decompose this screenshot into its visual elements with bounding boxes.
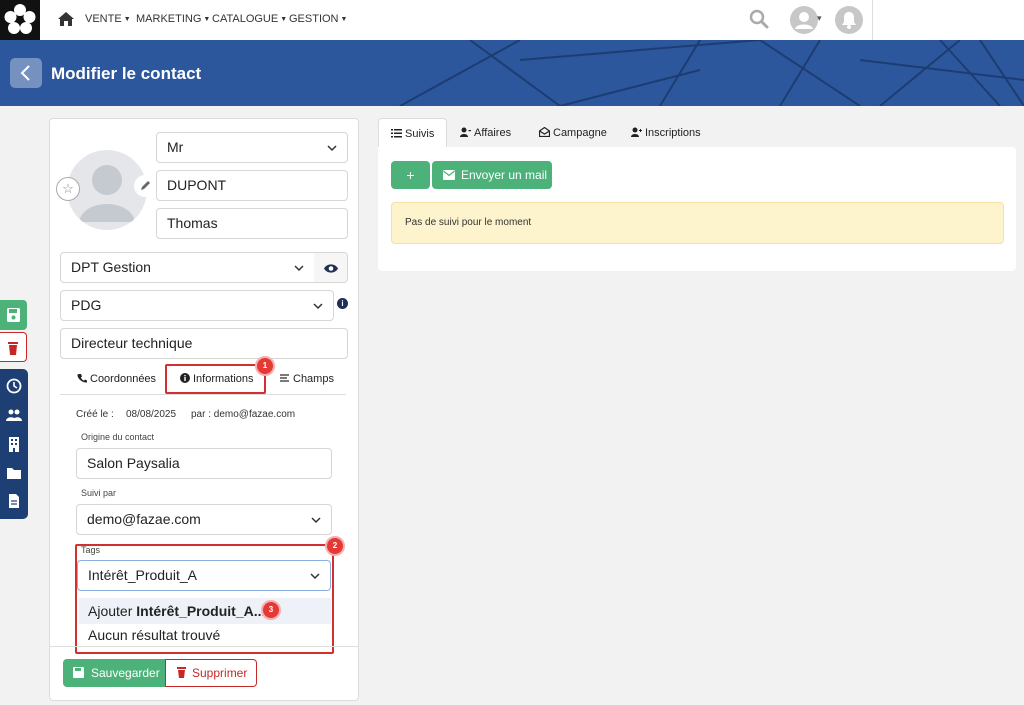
caret-down-icon: ▼ <box>123 15 131 23</box>
created-label: Créé le : <box>76 409 114 420</box>
job-title-input[interactable]: Directeur technique <box>60 328 348 359</box>
eye-icon <box>324 264 338 273</box>
delete-button[interactable]: Supprimer <box>165 659 257 687</box>
no-result-option: Aucun résultat trouvé <box>88 627 221 643</box>
followed-by-select[interactable]: demo@fazae.com <box>76 504 332 535</box>
civility-value: Mr <box>167 139 184 155</box>
actions-divider <box>50 646 358 647</box>
phone-icon <box>77 374 87 383</box>
home-icon[interactable] <box>57 11 75 27</box>
pencil-icon <box>141 181 150 190</box>
envelope-open-icon <box>539 127 550 137</box>
user-tie-icon <box>460 127 471 137</box>
quick-save-button[interactable] <box>0 300 27 330</box>
tab-campagne[interactable]: Campagne <box>527 118 619 148</box>
trash-icon <box>8 342 18 355</box>
origin-label: Origine du contact <box>81 432 155 442</box>
save-button[interactable]: Sauvegarder <box>63 659 165 687</box>
notifications-button[interactable] <box>835 6 863 34</box>
trash-icon <box>177 667 186 678</box>
tab-inscriptions[interactable]: Inscriptions <box>619 118 713 148</box>
nav-divider <box>872 0 873 40</box>
first-name-input[interactable]: Thomas <box>156 208 348 239</box>
flower-logo-icon <box>4 4 36 34</box>
folder-icon[interactable] <box>6 465 22 481</box>
nav-catalogue[interactable]: CATALOGUE ▼ <box>212 13 287 25</box>
list-icon <box>391 129 402 138</box>
top-navbar: VENTE ▼ MARKETING ▼ CATALOGUE ▼ GESTION ▼ ▾ <box>0 0 1024 40</box>
created-date: 08/08/2025 <box>126 409 177 420</box>
role-value: PDG <box>71 297 102 313</box>
tags-input-value: Intérêt_Produit_A <box>88 567 197 583</box>
nav-vente[interactable]: VENTE ▼ <box>85 13 131 25</box>
page-header: Modifier le contact <box>0 40 1024 106</box>
add-tag-option[interactable]: Ajouter Intérêt_Produit_A... <box>79 598 331 624</box>
followed-by-label: Suivi par <box>81 488 117 498</box>
quick-delete-button[interactable] <box>0 332 27 362</box>
nav-gestion[interactable]: GESTION ▼ <box>289 13 347 25</box>
star-icon: ☆ <box>62 181 74 196</box>
chevron-down-icon <box>294 265 304 272</box>
user-avatar-button[interactable] <box>790 6 818 34</box>
back-button[interactable] <box>10 58 42 88</box>
empty-suivi-alert: Pas de suivi pour le moment <box>391 202 1004 244</box>
civility-select[interactable]: Mr <box>156 132 348 163</box>
add-suivi-button[interactable]: + <box>391 161 430 189</box>
followed-by-value: demo@fazae.com <box>87 511 201 527</box>
subtab-champs[interactable]: Champs <box>280 373 334 385</box>
info-circle-icon <box>180 373 190 383</box>
subtab-informations[interactable]: Informations <box>180 373 254 385</box>
created-by: par : demo@fazae.com <box>191 409 296 420</box>
user-plus-icon <box>631 127 642 137</box>
step-badge-2: 2 <box>325 536 345 556</box>
bell-icon <box>842 12 856 29</box>
right-tabs: Suivis Affaires Campagne Inscriptions <box>378 118 1016 148</box>
chevron-down-icon <box>327 145 337 152</box>
building-icon[interactable] <box>6 436 22 452</box>
tab-suivis[interactable]: Suivis <box>378 118 448 148</box>
step-badge-3: 3 <box>261 600 281 620</box>
tags-dropdown: Ajouter Intérêt_Produit_A... Aucun résul… <box>79 596 331 648</box>
document-icon[interactable] <box>6 493 22 509</box>
view-company-button[interactable] <box>314 252 348 283</box>
subtab-coordonnees[interactable]: Coordonnées <box>77 373 156 385</box>
tab-affaires[interactable]: Affaires <box>448 118 523 148</box>
page-title: Modifier le contact <box>51 64 202 83</box>
clock-history-icon[interactable] <box>6 378 22 394</box>
floppy-disk-icon <box>7 308 20 322</box>
chevron-down-icon <box>313 303 323 310</box>
chevron-down-icon <box>311 517 321 524</box>
subtabs-divider <box>60 394 346 395</box>
floppy-disk-icon <box>73 667 84 678</box>
chevron-left-icon <box>20 65 30 81</box>
search-icon[interactable] <box>749 9 769 29</box>
lines-icon <box>280 374 289 382</box>
send-mail-button[interactable]: Envoyer un mail <box>432 161 552 189</box>
envelope-icon <box>443 170 455 180</box>
role-select[interactable]: PDG <box>60 290 334 321</box>
caret-down-icon: ▼ <box>280 15 288 23</box>
last-name-input[interactable]: DUPONT <box>156 170 348 201</box>
chevron-down-icon[interactable]: ▾ <box>817 13 822 24</box>
company-value: DPT Gestion <box>71 259 151 275</box>
nav-marketing[interactable]: MARKETING ▼ <box>136 13 210 25</box>
users-icon[interactable] <box>6 407 22 423</box>
company-select[interactable]: DPT Gestion <box>60 252 315 283</box>
app-logo[interactable] <box>0 0 40 40</box>
user-icon <box>795 12 813 29</box>
favorite-star-button[interactable]: ☆ <box>56 177 80 201</box>
side-shortcut-bar <box>0 369 28 519</box>
step-badge-1: 1 <box>255 356 275 376</box>
caret-down-icon: ▼ <box>340 15 348 23</box>
caret-down-icon: ▼ <box>203 15 211 23</box>
tags-input[interactable]: Intérêt_Produit_A <box>77 560 331 591</box>
chevron-down-icon <box>310 573 320 580</box>
tags-label: Tags <box>81 545 101 555</box>
info-icon[interactable]: i <box>337 298 348 309</box>
origin-input[interactable]: Salon Paysalia <box>76 448 332 479</box>
edit-photo-button[interactable] <box>134 175 156 197</box>
